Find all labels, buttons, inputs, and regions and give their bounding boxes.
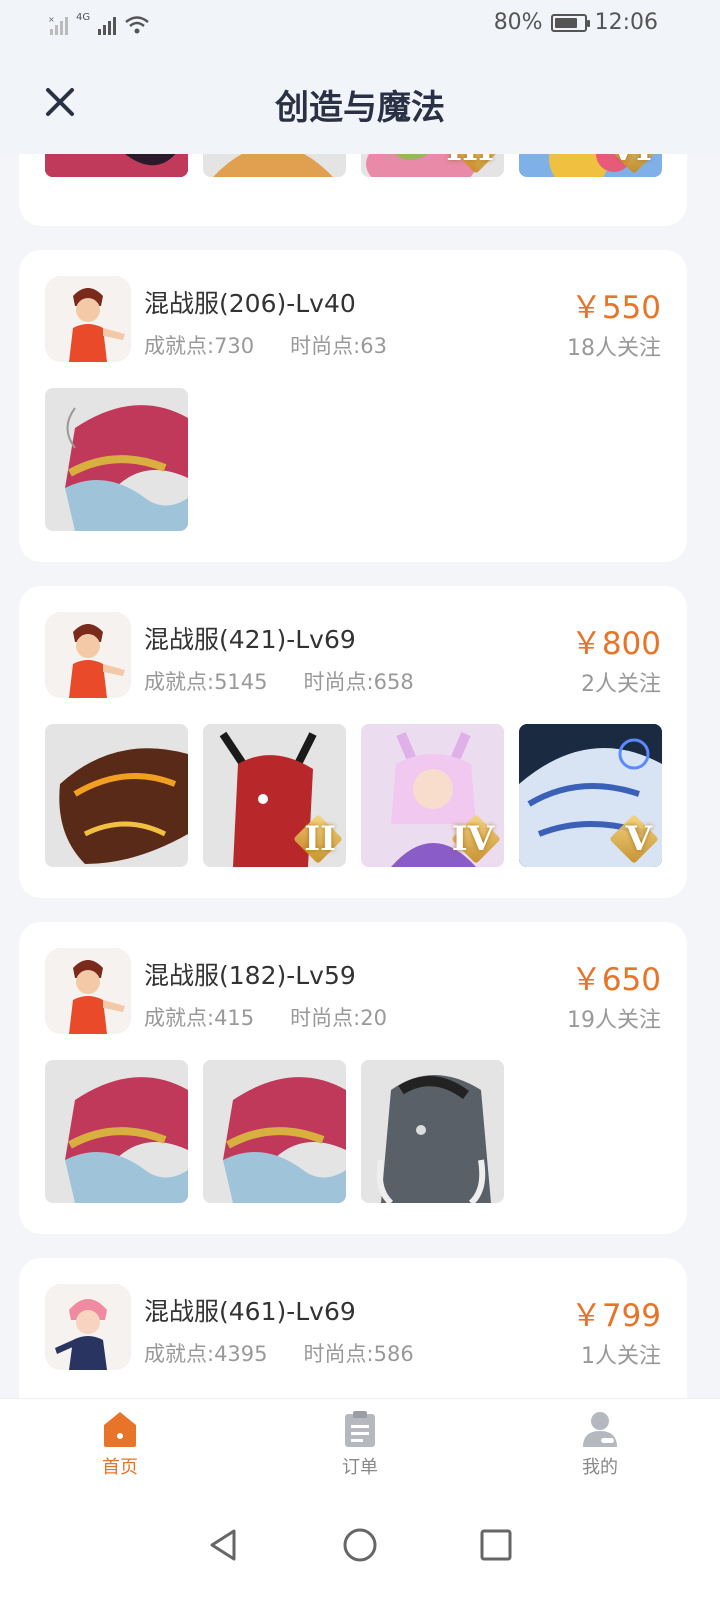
listing-card[interactable]: 混战服(421)-Lv69 成就点:5145 时尚点:658 ￥800 2人关注 — [19, 586, 687, 898]
fashion-points: 时尚点:20 — [290, 1006, 387, 1030]
tier-label: VI — [610, 154, 652, 169]
tab-profile[interactable]: 我的 — [480, 1399, 720, 1490]
pet-thumbnail[interactable]: IV — [361, 724, 504, 867]
page-title: 创造与魔法 — [275, 88, 445, 128]
user-profile-icon — [583, 1412, 617, 1447]
fashion-points: 时尚点:658 — [303, 670, 414, 694]
battery-icon — [550, 13, 590, 32]
pet-thumbnail[interactable] — [45, 724, 188, 867]
fashion-points: 时尚点:63 — [290, 334, 387, 358]
listing-card[interactable]: 混战服(206)-Lv40 成就点:730 时尚点:63 ￥550 18人关注 — [19, 250, 687, 562]
signal-indicators: × 4G — [48, 12, 150, 35]
tab-orders[interactable]: 订单 — [240, 1399, 480, 1490]
pet-thumbnail[interactable] — [45, 1060, 188, 1203]
server-level: 混战服(182)-Lv59 — [144, 961, 356, 990]
server-level: 混战服(206)-Lv40 — [144, 289, 356, 318]
stats: 成就点:730 时尚点:63 — [144, 330, 387, 360]
follower-count: 19人关注 — [567, 1008, 661, 1033]
recents-square-icon[interactable] — [478, 1527, 514, 1563]
pet-thumbnail[interactable] — [45, 154, 188, 177]
stats: 成就点:415 时尚点:20 — [144, 1002, 387, 1032]
tab-profile-label: 我的 — [582, 1457, 618, 1478]
battery-percent: 80% — [493, 10, 543, 35]
wifi-icon — [125, 16, 149, 34]
stats: 成就点:4395 时尚点:586 — [144, 1338, 414, 1368]
status-bar: × 4G 80% 12:06 — [0, 0, 720, 50]
tab-orders-label: 订单 — [342, 1457, 378, 1478]
pet-thumbnail[interactable] — [361, 1060, 504, 1203]
price: ￥799 — [570, 1298, 661, 1334]
pet-thumbnail[interactable] — [203, 1060, 346, 1203]
character-avatar — [45, 1284, 131, 1370]
fashion-points: 时尚点:586 — [303, 1342, 414, 1366]
listing-list[interactable]: III VI 混战服(206)-Lv40 成就点:730 时尚点:63 ￥55 — [0, 154, 720, 1398]
achievement-points: 成就点:730 — [144, 334, 255, 358]
signal-1-icon: × — [48, 15, 68, 35]
server-level: 混战服(421)-Lv69 — [144, 625, 356, 654]
bottom-tab-bar: 首页 订单 我的 — [0, 1398, 720, 1490]
back-triangle-icon[interactable] — [206, 1527, 242, 1563]
price: ￥650 — [570, 962, 661, 998]
order-clipboard-icon — [345, 1411, 375, 1447]
pet-list: II IV V — [45, 724, 662, 867]
listing-card-partial[interactable]: III VI — [19, 154, 687, 226]
stats: 成就点:5145 时尚点:658 — [144, 666, 414, 696]
tier-label: V — [625, 819, 652, 859]
server-level: 混战服(461)-Lv69 — [144, 1297, 356, 1326]
svg-text:×: × — [48, 15, 55, 24]
network-type-label: 4G — [76, 12, 91, 23]
character-avatar — [45, 948, 131, 1034]
pet-thumbnail[interactable] — [203, 154, 346, 177]
follower-count: 1人关注 — [581, 1344, 661, 1369]
tab-home-label: 首页 — [102, 1457, 138, 1478]
home-icon — [104, 1412, 136, 1447]
pet-thumbnail[interactable]: VI — [519, 154, 662, 177]
tier-label: II — [304, 819, 336, 859]
pet-list — [45, 388, 188, 531]
pet-thumbnail[interactable]: III — [361, 154, 504, 177]
signal-2-icon — [98, 17, 117, 35]
status-right: 80% 12:06 — [494, 10, 658, 35]
achievement-points: 成就点:415 — [144, 1006, 255, 1030]
tier-label: III — [446, 154, 494, 169]
follower-count: 18人关注 — [567, 336, 661, 361]
tab-home[interactable]: 首页 — [0, 1399, 240, 1490]
battery-level — [554, 17, 577, 28]
achievement-points: 成就点:4395 — [144, 1342, 268, 1366]
listing-card[interactable]: 混战服(461)-Lv69 成就点:4395 时尚点:586 ￥799 1人关注 — [19, 1258, 687, 1398]
character-avatar — [45, 276, 131, 362]
listing-card[interactable]: 混战服(182)-Lv59 成就点:415 时尚点:20 ￥650 19人关注 — [19, 922, 687, 1234]
pet-list — [45, 1060, 504, 1203]
achievement-points: 成就点:5145 — [144, 670, 268, 694]
character-avatar — [45, 612, 131, 698]
price: ￥550 — [570, 290, 661, 326]
tier-label: IV — [451, 819, 494, 859]
system-navigation-bar — [0, 1490, 720, 1600]
pet-thumbnail[interactable] — [45, 388, 188, 531]
pet-thumbnail[interactable]: V — [519, 724, 662, 867]
nav-header: 创造与魔法 — [0, 50, 720, 154]
price: ￥800 — [570, 626, 661, 662]
follower-count: 2人关注 — [581, 672, 661, 697]
pet-thumbnail[interactable]: II — [203, 724, 346, 867]
clock: 12:06 — [594, 10, 658, 35]
home-circle-icon[interactable] — [342, 1527, 378, 1563]
